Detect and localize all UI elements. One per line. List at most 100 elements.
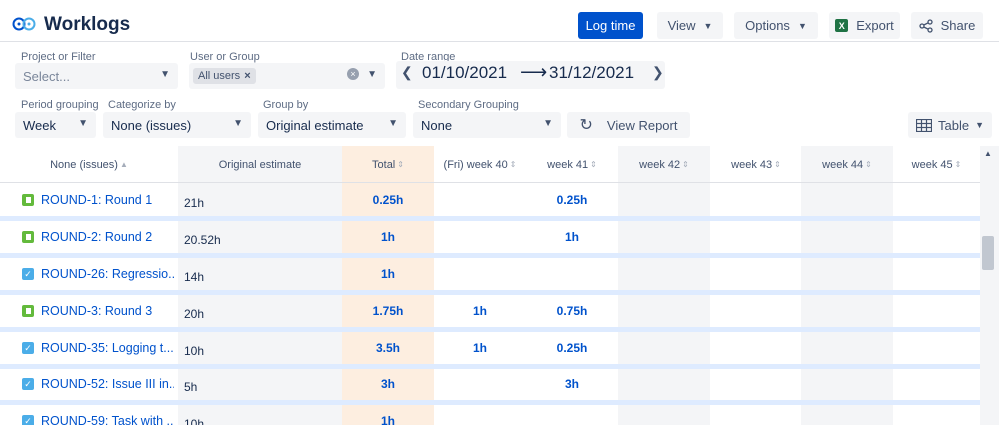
table-row: ROUND-35: Logging t... 10h 3.5h 1h 0.25h: [0, 332, 980, 369]
week40-cell[interactable]: [434, 184, 526, 216]
options-dropdown-button[interactable]: Options ▼: [734, 12, 818, 39]
sort-icon: ⇕: [590, 160, 597, 169]
week41-cell[interactable]: 0.25h: [526, 332, 618, 364]
estimate-cell: 10h: [184, 344, 205, 358]
worklogs-logo-icon: [12, 17, 36, 31]
task-icon: [22, 378, 34, 390]
period-grouping-label: Period grouping: [21, 99, 99, 111]
table-view-toggle[interactable]: Table ▼: [908, 112, 992, 138]
period-grouping-select[interactable]: Week ▼: [15, 112, 96, 138]
group-by-select[interactable]: Original estimate ▼: [258, 112, 406, 138]
table-row: ROUND-52: Issue III in... 5h 3h 3h: [0, 368, 980, 405]
secondary-grouping-select[interactable]: None ▼: [413, 112, 561, 138]
task-icon: [22, 268, 34, 280]
week41-cell[interactable]: 1h: [526, 221, 618, 253]
week40-cell[interactable]: 1h: [434, 332, 526, 364]
total-cell[interactable]: 3.5h: [342, 332, 434, 364]
chevron-down-icon: ▼: [367, 69, 377, 80]
categorize-by-select[interactable]: None (issues) ▼: [103, 112, 251, 138]
chevron-down-icon: ▼: [975, 120, 984, 130]
chevron-down-icon: ▼: [388, 118, 398, 129]
scroll-up-icon[interactable]: ▲: [984, 149, 992, 158]
total-cell[interactable]: 1h: [342, 405, 434, 425]
total-cell[interactable]: 0.25h: [342, 184, 434, 216]
sort-icon: ⇕: [954, 160, 962, 169]
estimate-cell: 14h: [184, 270, 205, 284]
date-from[interactable]: 01/10/2021: [422, 63, 507, 83]
week40-cell[interactable]: 1h: [434, 295, 526, 327]
remove-chip-icon[interactable]: ×: [244, 70, 250, 82]
estimate-cell: 20.52h: [184, 233, 221, 247]
column-header-week44[interactable]: week 44 ⇕: [801, 146, 893, 183]
column-header-estimate[interactable]: Original estimate: [178, 146, 342, 183]
story-icon: [22, 305, 34, 317]
total-cell[interactable]: 3h: [342, 368, 434, 400]
user-group-select[interactable]: All users × × ▼: [189, 63, 385, 89]
sort-icon: ⇕: [774, 160, 781, 169]
week40-cell[interactable]: [434, 221, 526, 253]
chevron-down-icon: ▼: [797, 20, 807, 31]
estimate-cell: 10h: [184, 417, 205, 425]
column-header-week43[interactable]: week 43 ⇕: [710, 146, 802, 183]
table-row: ROUND-59: Task with ... 10h 1h: [0, 405, 980, 425]
chevron-down-icon: ▼: [703, 20, 713, 31]
date-to[interactable]: 31/12/2021: [549, 63, 634, 83]
project-filter-select[interactable]: Select... ▼: [15, 63, 178, 89]
previous-period-icon[interactable]: ❮: [401, 64, 413, 81]
sort-icon: ▲: [119, 160, 128, 169]
excel-icon: X: [835, 19, 849, 32]
total-cell[interactable]: 1h: [342, 258, 434, 290]
chevron-down-icon: ▼: [233, 118, 243, 129]
app-header: Worklogs Log time View ▼ Options ▼ X Export…: [0, 0, 999, 42]
table-row: ROUND-1: Round 1 21h 0.25h 0.25h: [0, 184, 980, 221]
user-chip[interactable]: All users ×: [193, 68, 256, 84]
table-row: ROUND-26: Regressio... 14h 1h: [0, 258, 980, 295]
table-row: ROUND-3: Round 3 20h 1.75h 1h 0.75h: [0, 295, 980, 332]
view-dropdown-button[interactable]: View ▼: [657, 12, 723, 39]
export-button[interactable]: X Export: [829, 12, 900, 39]
week41-cell[interactable]: 0.75h: [526, 295, 618, 327]
log-time-button[interactable]: Log time: [578, 12, 643, 39]
table-row: ROUND-2: Round 2 20.52h 1h 1h: [0, 221, 980, 258]
week41-cell[interactable]: 0.25h: [526, 184, 618, 216]
week40-cell[interactable]: [434, 258, 526, 290]
group-by-label: Group by: [263, 99, 309, 111]
column-header-week40[interactable]: (Fri) week 40 ⇕: [434, 146, 526, 183]
estimate-cell: 20h: [184, 307, 205, 321]
sort-icon: ⇕: [509, 160, 517, 169]
chevron-down-icon: ▼: [543, 118, 553, 129]
share-icon: [918, 18, 933, 33]
column-header-week45[interactable]: week 45 ⇕: [893, 146, 980, 183]
issue-link[interactable]: ROUND-3: Round 3: [41, 304, 152, 318]
week41-cell[interactable]: [526, 258, 618, 290]
next-period-icon[interactable]: ❯: [652, 64, 664, 81]
total-cell[interactable]: 1h: [342, 221, 434, 253]
total-cell[interactable]: 1.75h: [342, 295, 434, 327]
week40-cell[interactable]: [434, 405, 526, 425]
user-group-label: User or Group: [190, 51, 260, 63]
view-report-button[interactable]: ↻ View Report: [567, 112, 690, 138]
arrow-right-icon: ⟶: [520, 62, 548, 83]
chevron-down-icon: ▼: [78, 118, 88, 129]
task-icon: [22, 415, 34, 425]
issue-link[interactable]: ROUND-35: Logging t...: [41, 341, 174, 355]
week41-cell[interactable]: [526, 405, 618, 425]
issue-link[interactable]: ROUND-26: Regressio...: [41, 267, 174, 281]
vertical-scrollbar[interactable]: [980, 146, 999, 425]
column-header-week42[interactable]: week 42 ⇕: [618, 146, 710, 183]
scrollbar-thumb[interactable]: [982, 236, 994, 270]
week40-cell[interactable]: [434, 368, 526, 400]
share-button[interactable]: Share: [911, 12, 983, 39]
issue-link[interactable]: ROUND-1: Round 1: [41, 193, 152, 207]
week41-cell[interactable]: 3h: [526, 368, 618, 400]
column-header-issues[interactable]: None (issues) ▲: [0, 146, 178, 183]
issue-link[interactable]: ROUND-59: Task with ...: [41, 414, 174, 425]
page-title: Worklogs: [44, 14, 131, 35]
issue-link[interactable]: ROUND-52: Issue III in...: [41, 377, 174, 391]
column-header-week41[interactable]: week 41 ⇕: [526, 146, 618, 183]
column-header-total[interactable]: Total ⇕: [342, 146, 434, 183]
task-icon: [22, 342, 34, 354]
clear-icon[interactable]: ×: [347, 68, 359, 80]
issue-link[interactable]: ROUND-2: Round 2: [41, 230, 152, 244]
table-header: None (issues) ▲ Original estimate Total ⇕ …: [0, 146, 999, 183]
